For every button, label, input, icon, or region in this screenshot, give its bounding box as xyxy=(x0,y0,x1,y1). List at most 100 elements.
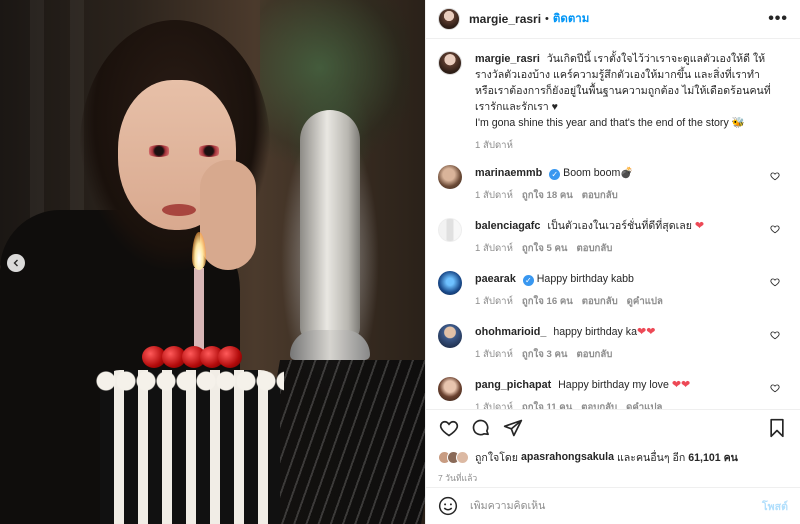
reply-button[interactable]: ตอบกลับ xyxy=(581,400,617,409)
more-options-icon[interactable]: ••• xyxy=(768,10,788,28)
heart-emoji: ❤❤ xyxy=(636,326,656,338)
chevron-left-icon xyxy=(13,259,18,267)
commenter-username[interactable]: ohohmarioid_ xyxy=(475,326,546,338)
comment-text: เป็นตัวเองในเวอร์ชั่นที่ดีที่สุดเลย xyxy=(547,220,692,232)
hand xyxy=(200,160,256,270)
post-timestamp[interactable]: 7 วันที่แล้ว xyxy=(426,469,800,487)
paper-plane-icon xyxy=(503,419,523,436)
comment-time: 1 สัปดาห์ xyxy=(475,243,513,254)
eye xyxy=(146,145,172,157)
emoji-icon[interactable] xyxy=(438,496,458,516)
cake-frosting xyxy=(96,366,284,396)
comment-row: ohohmarioid_ happy birthday ka❤❤ 1 สัปดา… xyxy=(438,324,788,362)
comment-likes[interactable]: ถูกใจ 5 คน xyxy=(522,241,568,256)
commenter-username[interactable]: marinaemmb xyxy=(475,167,542,179)
comment-time: 1 สัปดาห์ xyxy=(475,349,513,360)
comment-text: Happy birthday my love xyxy=(558,379,669,391)
caption-body: margie_rasri วันเกิดปีนี้ เราตั้งใจไว้ว่… xyxy=(475,51,788,153)
likes-summary: ถูกใจโดย apasrahongsakula และคนอื่นๆ อีก… xyxy=(426,445,800,469)
comment-row: pang_pichapat Happy birthday my love ❤❤ … xyxy=(438,377,788,409)
liker-avatars xyxy=(438,450,469,464)
comment-row: balenciagafc เป็นตัวเองในเวอร์ชั่นที่ดีท… xyxy=(438,218,788,256)
see-translation-button[interactable]: ดูคำแปล xyxy=(627,294,663,309)
reply-button[interactable]: ตอบกลับ xyxy=(582,294,618,309)
save-button[interactable] xyxy=(766,417,788,439)
bookmark-icon xyxy=(770,418,784,437)
instagram-post: margie_rasri • ติดตาม ••• margie_rasri ว… xyxy=(0,0,800,524)
comment-likes[interactable]: ถูกใจ 3 คน xyxy=(522,347,568,362)
post-comment-button[interactable]: โพสต์ xyxy=(762,498,788,515)
caption-meta: 1 สัปดาห์ xyxy=(475,138,772,153)
post-caption: margie_rasri วันเกิดปีนี้ เราตั้งใจไว้ว่… xyxy=(438,51,788,153)
reply-button[interactable]: ตอบกลับ xyxy=(576,241,612,256)
commenter-avatar[interactable] xyxy=(438,218,462,242)
comment-text: Happy birthday kabb xyxy=(536,273,634,285)
comment-bubble-icon xyxy=(472,419,489,435)
comment-time: 1 สัปดาห์ xyxy=(475,402,513,409)
like-comment-heart-icon[interactable] xyxy=(770,277,780,287)
reply-button[interactable]: ตอบกลับ xyxy=(582,188,618,203)
like-comment-heart-icon[interactable] xyxy=(770,224,780,234)
liker-avatar xyxy=(456,450,469,464)
comment-likes[interactable]: ถูกใจ 11 คน xyxy=(522,400,572,409)
commenter-username[interactable]: paearak xyxy=(475,273,516,285)
eye xyxy=(196,145,222,157)
likes-count[interactable]: 61,101 คน xyxy=(688,449,738,466)
comment-likes[interactable]: ถูกใจ 16 คน xyxy=(522,294,573,309)
commenter-username[interactable]: balenciagafc xyxy=(475,220,540,232)
post-actions-bar xyxy=(426,409,800,445)
lips xyxy=(162,204,196,216)
comment-body: paearak ✓ Happy birthday kabb 1 สัปดาห์ ถ… xyxy=(475,271,788,309)
see-translation-button[interactable]: ดูคำแปล xyxy=(626,400,662,409)
caption-text-block: margie_rasri วันเกิดปีนี้ เราตั้งใจไว้ว่… xyxy=(475,51,772,131)
caption-username[interactable]: margie_rasri xyxy=(475,53,540,65)
post-photo[interactable] xyxy=(0,0,425,524)
post-side-panel: margie_rasri • ติดตาม ••• margie_rasri ว… xyxy=(425,0,800,524)
previous-photo-button[interactable] xyxy=(7,254,25,272)
comment-button[interactable] xyxy=(470,417,492,439)
comment-text: Boom boom💣 xyxy=(563,167,634,179)
commenter-avatar[interactable] xyxy=(438,165,462,189)
like-comment-heart-icon[interactable] xyxy=(770,171,780,181)
share-button[interactable] xyxy=(502,417,524,439)
commenter-avatar[interactable] xyxy=(438,377,462,401)
comments-list[interactable]: margie_rasri วันเกิดปีนี้ เราตั้งใจไว้ว่… xyxy=(426,39,800,409)
author-username[interactable]: margie_rasri xyxy=(469,12,541,26)
caption-text-english: I'm gona shine this year and that's the … xyxy=(475,117,745,129)
like-comment-heart-icon[interactable] xyxy=(770,383,780,393)
cherry xyxy=(218,346,242,368)
commenter-username[interactable]: pang_pichapat xyxy=(475,379,551,391)
caption-time: 1 สัปดาห์ xyxy=(475,140,513,151)
liker-username[interactable]: apasrahongsakula xyxy=(521,451,614,463)
vase-base xyxy=(290,330,370,360)
reply-button[interactable]: ตอบกลับ xyxy=(576,347,612,362)
caption-avatar[interactable] xyxy=(438,51,462,75)
likes-middle: และคนอื่นๆ อีก xyxy=(616,451,686,464)
like-comment-heart-icon[interactable] xyxy=(770,330,780,340)
comment-row: marinaemmb ✓ Boom boom💣 1 สัปดาห์ ถูกใจ 1… xyxy=(438,165,788,203)
comment-row: paearak ✓ Happy birthday kabb 1 สัปดาห์ ถ… xyxy=(438,271,788,309)
follow-button[interactable]: ติดตาม xyxy=(553,10,589,28)
like-button[interactable] xyxy=(438,417,460,439)
comment-text: happy birthday ka xyxy=(553,326,637,338)
comment-input[interactable] xyxy=(470,500,762,512)
comment-body: balenciagafc เป็นตัวเองในเวอร์ชั่นที่ดีท… xyxy=(475,218,788,256)
comment-body: marinaemmb ✓ Boom boom💣 1 สัปดาห์ ถูกใจ 1… xyxy=(475,165,788,203)
comment-body: ohohmarioid_ happy birthday ka❤❤ 1 สัปดา… xyxy=(475,324,788,362)
heart-icon xyxy=(439,420,459,436)
candle xyxy=(194,268,204,353)
verified-badge-icon: ✓ xyxy=(549,169,561,180)
author-avatar[interactable] xyxy=(438,8,460,30)
comment-time: 1 สัปดาห์ xyxy=(475,190,513,201)
add-comment-bar: โพสต์ xyxy=(426,487,800,524)
vase xyxy=(300,110,360,340)
post-header: margie_rasri • ติดตาม ••• xyxy=(426,0,800,39)
comment-likes[interactable]: ถูกใจ 18 คน xyxy=(522,188,573,203)
heart-emoji: ❤ xyxy=(694,220,705,232)
comment-time: 1 สัปดาห์ xyxy=(475,296,513,307)
header-separator: • xyxy=(545,13,549,25)
commenter-avatar[interactable] xyxy=(438,271,462,295)
comment-body: pang_pichapat Happy birthday my love ❤❤ … xyxy=(475,377,788,409)
commenter-avatar[interactable] xyxy=(438,324,462,348)
likes-prefix: ถูกใจโดย xyxy=(475,451,518,464)
